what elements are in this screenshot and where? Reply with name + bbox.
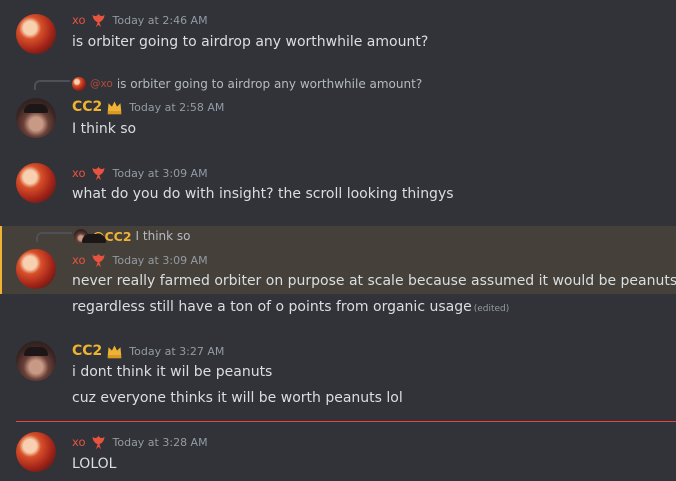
fire-phoenix-icon[interactable] bbox=[90, 12, 107, 29]
username[interactable]: xo bbox=[72, 13, 86, 27]
reply-preview[interactable]: @xo is orbiter going to airdrop any wort… bbox=[72, 76, 422, 92]
message-header: CC2 Today at 3:27 AM bbox=[72, 342, 224, 360]
reply-spine bbox=[36, 232, 72, 242]
message-text: i dont think it wil be peanuts bbox=[72, 364, 273, 380]
avatar bbox=[74, 229, 88, 243]
message: @xo is orbiter going to airdrop any wort… bbox=[0, 72, 676, 148]
message: CC2 Today at 3:27 AM i dont think it wil… bbox=[0, 336, 676, 416]
avatar[interactable] bbox=[16, 163, 56, 203]
reply-preview[interactable]: @CC2 I think so bbox=[74, 228, 191, 244]
message-text: what do you do with insight? the scroll … bbox=[72, 186, 454, 202]
reply-text[interactable]: I think so bbox=[136, 229, 191, 243]
avatar[interactable] bbox=[16, 432, 56, 472]
message-text: I think so bbox=[72, 121, 137, 137]
message: xo Today at 3:28 AM LOLOL bbox=[0, 426, 676, 481]
message-text: never really farmed orbiter on purpose a… bbox=[72, 273, 676, 289]
fire-phoenix-icon[interactable] bbox=[90, 165, 107, 182]
username[interactable]: xo bbox=[72, 253, 86, 267]
avatar[interactable] bbox=[16, 249, 56, 289]
message-header: xo Today at 2:46 AM bbox=[72, 11, 208, 29]
reply-spine bbox=[34, 80, 70, 90]
avatar[interactable] bbox=[16, 14, 56, 54]
avatar[interactable] bbox=[16, 341, 56, 381]
message: xo Today at 2:46 AM is orbiter going to … bbox=[0, 0, 676, 64]
avatar[interactable] bbox=[16, 98, 56, 138]
message-text: cuz everyone thinks it will be worth pea… bbox=[72, 390, 403, 406]
crown-icon[interactable] bbox=[106, 99, 123, 116]
timestamp[interactable]: Today at 2:58 AM bbox=[129, 101, 224, 114]
crown-icon[interactable] bbox=[106, 343, 123, 360]
username[interactable]: CC2 bbox=[72, 343, 102, 359]
message-header: xo Today at 3:09 AM bbox=[72, 251, 208, 269]
reply-author[interactable]: @xo bbox=[90, 78, 113, 90]
reply-text[interactable]: is orbiter going to airdrop any worthwhi… bbox=[117, 77, 422, 91]
new-messages-divider bbox=[16, 421, 676, 422]
message-text: is orbiter going to airdrop any worthwhi… bbox=[72, 34, 429, 50]
username[interactable]: CC2 bbox=[72, 99, 102, 115]
fire-phoenix-icon[interactable] bbox=[90, 434, 107, 451]
message-mention-highlight: @CC2 I think so xo Today at 3:09 AM neve… bbox=[0, 226, 676, 294]
timestamp[interactable]: Today at 3:28 AM bbox=[113, 436, 208, 449]
username[interactable]: xo bbox=[72, 166, 86, 180]
message-header: xo Today at 3:09 AM bbox=[72, 164, 208, 182]
edited-label[interactable]: (edited) bbox=[474, 304, 510, 314]
message-header: xo Today at 3:28 AM bbox=[72, 433, 208, 451]
message-text: LOLOL bbox=[72, 456, 117, 472]
timestamp[interactable]: Today at 3:09 AM bbox=[113, 254, 208, 267]
message: xo Today at 3:09 AM what do you do with … bbox=[0, 155, 676, 219]
timestamp[interactable]: Today at 3:27 AM bbox=[129, 345, 224, 358]
timestamp[interactable]: Today at 2:46 AM bbox=[113, 14, 208, 27]
message-header: CC2 Today at 2:58 AM bbox=[72, 98, 224, 116]
message-line: regardless still have a ton of o points … bbox=[72, 299, 472, 315]
message-text: regardless still have a ton of o points … bbox=[72, 299, 509, 315]
fire-phoenix-icon[interactable] bbox=[90, 252, 107, 269]
avatar bbox=[72, 77, 86, 91]
timestamp[interactable]: Today at 3:09 AM bbox=[113, 167, 208, 180]
username[interactable]: xo bbox=[72, 435, 86, 449]
